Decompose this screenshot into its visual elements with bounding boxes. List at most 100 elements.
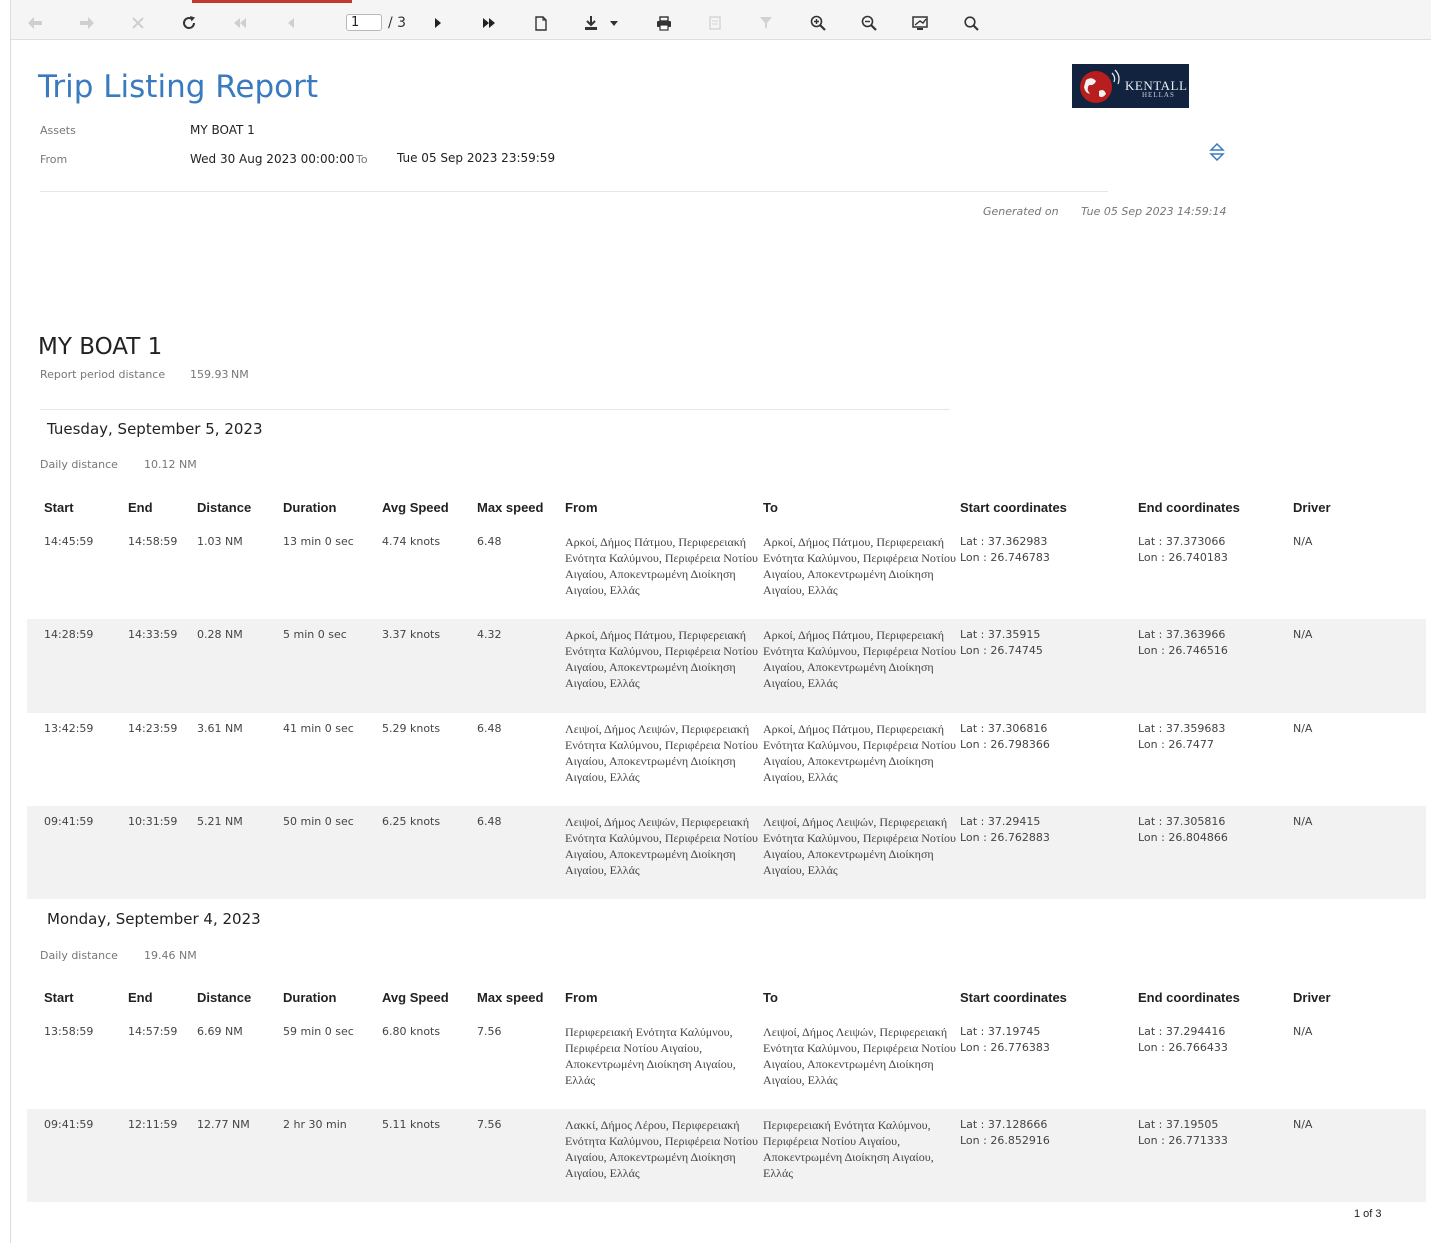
report-viewer-toolbar: / 3: [11, 0, 1431, 40]
max-speed-cell: 7.56: [477, 1118, 502, 1131]
end-header: End: [128, 500, 153, 515]
print-icon[interactable]: [654, 13, 674, 33]
day-heading: Tuesday, September 5, 2023: [47, 420, 263, 438]
daily-distance-label: Daily distance: [40, 949, 118, 962]
duration-header: Duration: [283, 500, 337, 515]
stop-icon[interactable]: [128, 13, 148, 33]
save-icon[interactable]: [705, 13, 725, 33]
end-latitude: Lat : 37.294416: [1138, 1025, 1226, 1038]
max-speed-header: Max speed: [477, 990, 544, 1005]
driver-cell: N/A: [1293, 1118, 1313, 1131]
start-latitude: Lat : 37.29415: [960, 815, 1041, 828]
distance-header: Distance: [197, 500, 252, 515]
start-coordinates-header: Start coordinates: [960, 990, 1067, 1005]
table-row: 09:41:59 10:31:59 5.21 NM 50 min 0 sec 6.25 …: [27, 806, 1426, 899]
duration-cell: 50 min 0 sec: [283, 815, 354, 828]
next-page-icon[interactable]: [428, 13, 448, 33]
to-header: To: [763, 500, 778, 515]
table-header-row: Start End Distance Duration Avg Speed Max spe…: [27, 500, 1426, 526]
to-address-cell: Λειψοί, Δήμος Λειψών, Περιφερειακή Ενότη…: [763, 1025, 956, 1087]
end-header: End: [128, 990, 153, 1005]
end-latitude: Lat : 37.19505: [1138, 1118, 1219, 1131]
back-icon[interactable]: [25, 13, 45, 33]
max-speed-header: Max speed: [477, 500, 544, 515]
end-longitude: Lon : 26.740183: [1138, 551, 1228, 564]
from-address-cell: Αρκοί, Δήμος Πάτμου, Περιφερειακή Ενότητ…: [565, 628, 758, 690]
start-coordinates-cell: Lat : 37.35915 Lon : 26.74745: [960, 627, 1043, 659]
trip-table: Start End Distance Duration Avg Speed Max spe…: [27, 500, 1426, 899]
page-total-label: / 3: [388, 15, 407, 31]
from-label: From: [40, 153, 68, 166]
document-icon[interactable]: [531, 13, 551, 33]
start-time-cell: 09:41:59: [44, 815, 94, 828]
start-latitude: Lat : 37.306816: [960, 722, 1048, 735]
from-address-cell: Λειψοί, Δήμος Λειψών, Περιφερειακή Ενότη…: [565, 722, 758, 784]
avg-speed-cell: 6.25 knots: [382, 815, 441, 828]
avg-speed-cell: 5.11 knots: [382, 1118, 441, 1131]
start-time-cell: 13:42:59: [44, 722, 94, 735]
to-address-cell: Αρκοί, Δήμος Πάτμου, Περιφερειακή Ενότητ…: [763, 722, 956, 784]
daily-distance-unit: NM: [179, 949, 197, 962]
report-title: Trip Listing Report: [38, 69, 319, 105]
generated-on-label: Generated on: [983, 205, 1059, 218]
zoom-out-icon[interactable]: [859, 13, 879, 33]
start-coordinates-cell: Lat : 37.306816 Lon : 26.798366: [960, 721, 1050, 753]
driver-cell: N/A: [1293, 815, 1313, 828]
start-coordinates-cell: Lat : 37.29415 Lon : 26.762883: [960, 814, 1050, 846]
viewer-left-border: [10, 0, 11, 1243]
max-speed-cell: 6.48: [477, 815, 502, 828]
page-number-input[interactable]: [346, 14, 382, 31]
max-speed-cell: 6.48: [477, 722, 502, 735]
refresh-icon[interactable]: [179, 13, 199, 33]
zoom-in-icon[interactable]: [808, 13, 828, 33]
to-label: To: [356, 153, 368, 166]
asset-name-heading: MY BOAT 1: [38, 334, 163, 360]
to-address-cell: Περιφερειακή Ενότητα Καλύμνου, Περιφέρει…: [763, 1118, 934, 1180]
start-coordinates-cell: Lat : 37.19745 Lon : 26.776383: [960, 1024, 1050, 1056]
from-address-cell: Λακκί, Δήμος Λέρου, Περιφερειακή Ενότητα…: [565, 1118, 758, 1180]
avg-speed-cell: 6.80 knots: [382, 1025, 441, 1038]
distance-cell: 12.77 NM: [197, 1118, 250, 1131]
forward-icon[interactable]: [77, 13, 97, 33]
distance-header: Distance: [197, 990, 252, 1005]
from-header: From: [565, 990, 598, 1005]
start-longitude: Lon : 26.852916: [960, 1134, 1050, 1147]
end-coordinates-cell: Lat : 37.373066 Lon : 26.740183: [1138, 534, 1228, 566]
avg-speed-cell: 3.37 knots: [382, 628, 441, 641]
company-logo: KENTALL HELLAS: [1072, 64, 1189, 108]
start-time-cell: 14:45:59: [44, 535, 94, 548]
logo-subtext: HELLAS: [1142, 91, 1175, 99]
header-divider: [40, 191, 1108, 192]
download-icon[interactable]: [583, 13, 619, 33]
end-coordinates-header: End coordinates: [1138, 500, 1240, 515]
driver-header: Driver: [1293, 500, 1331, 515]
fullscreen-icon[interactable]: [910, 13, 930, 33]
filter-icon[interactable]: [756, 13, 776, 33]
max-speed-cell: 7.56: [477, 1025, 502, 1038]
duration-cell: 41 min 0 sec: [283, 722, 354, 735]
end-coordinates-cell: Lat : 37.305816 Lon : 26.804866: [1138, 814, 1228, 846]
end-longitude: Lon : 26.771333: [1138, 1134, 1228, 1147]
start-latitude: Lat : 37.19745: [960, 1025, 1041, 1038]
asset-divider: [40, 409, 950, 410]
last-page-icon[interactable]: [479, 13, 499, 33]
table-row: 09:41:59 12:11:59 12.77 NM 2 hr 30 min 5.11 …: [27, 1109, 1426, 1202]
first-page-icon[interactable]: [230, 13, 250, 33]
previous-page-icon[interactable]: [281, 13, 301, 33]
expand-collapse-icon[interactable]: [1209, 142, 1225, 162]
distance-cell: 1.03 NM: [197, 535, 243, 548]
table-row: 13:42:59 14:23:59 3.61 NM 41 min 0 sec 5.29 …: [27, 713, 1426, 806]
distance-cell: 3.61 NM: [197, 722, 243, 735]
end-latitude: Lat : 37.373066: [1138, 535, 1226, 548]
driver-cell: N/A: [1293, 535, 1313, 548]
start-longitude: Lon : 26.746783: [960, 551, 1050, 564]
start-coordinates-cell: Lat : 37.362983 Lon : 26.746783: [960, 534, 1050, 566]
search-icon[interactable]: [961, 13, 981, 33]
from-address-cell: Περιφερειακή Ενότητα Καλύμνου, Περιφέρει…: [565, 1025, 736, 1087]
end-longitude: Lon : 26.804866: [1138, 831, 1228, 844]
report-period-distance-label: Report period distance: [40, 368, 166, 381]
table-row: 14:28:59 14:33:59 0.28 NM 5 min 0 sec 3.37 k…: [27, 619, 1426, 713]
driver-cell: N/A: [1293, 628, 1313, 641]
start-longitude: Lon : 26.74745: [960, 644, 1043, 657]
end-coordinates-header: End coordinates: [1138, 990, 1240, 1005]
